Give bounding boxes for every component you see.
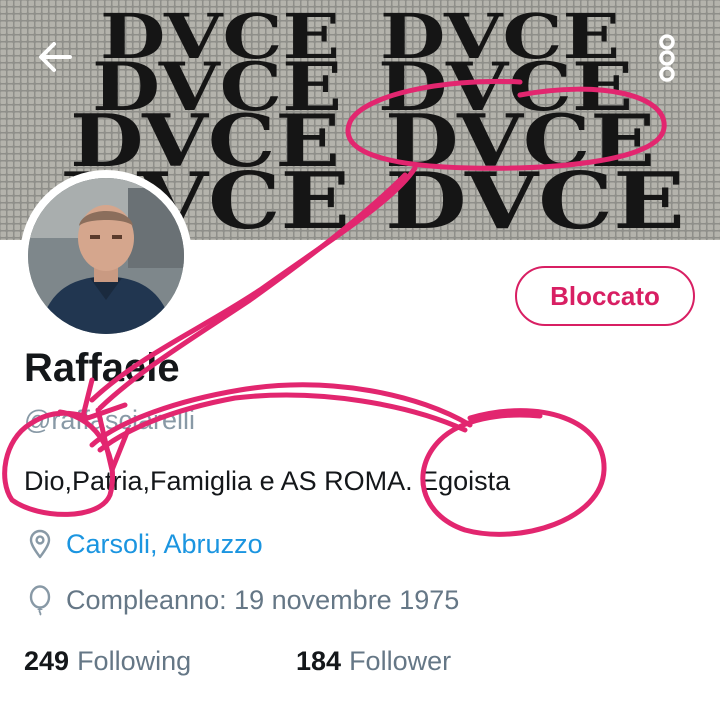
user-handle: @raffasciarelli — [24, 405, 195, 435]
birthday-text: Compleanno: 19 novembre 1975 — [66, 584, 460, 615]
avatar[interactable] — [28, 178, 184, 334]
followers-stat[interactable]: 184 Follower — [296, 646, 451, 677]
balloon-icon — [29, 585, 51, 616]
profile-bio: Dio,Patria,Famiglia e AS ROMA. Egoista — [24, 466, 511, 496]
followers-count: 184 — [296, 646, 342, 676]
birthday-row: Compleanno: 19 novembre 1975 — [24, 582, 459, 618]
back-button[interactable] — [30, 32, 80, 82]
followers-label: Follower — [349, 646, 452, 676]
avatar-photo — [28, 178, 184, 334]
following-count: 249 — [24, 646, 70, 676]
more-options-button[interactable] — [650, 30, 684, 86]
more-vertical-icon — [659, 34, 675, 82]
arrow-left-icon — [39, 42, 72, 72]
banner-word: DVCE — [385, 156, 685, 240]
following-stat[interactable]: 249 Following — [24, 646, 191, 677]
display-name: Raffaele — [24, 346, 180, 390]
location-row: Carsoli, Abruzzo — [24, 526, 263, 562]
following-label: Following — [77, 646, 192, 676]
location-link[interactable]: Carsoli, Abruzzo — [66, 529, 263, 560]
blocked-button[interactable]: Bloccato — [515, 266, 695, 326]
location-pin-icon — [29, 529, 51, 559]
